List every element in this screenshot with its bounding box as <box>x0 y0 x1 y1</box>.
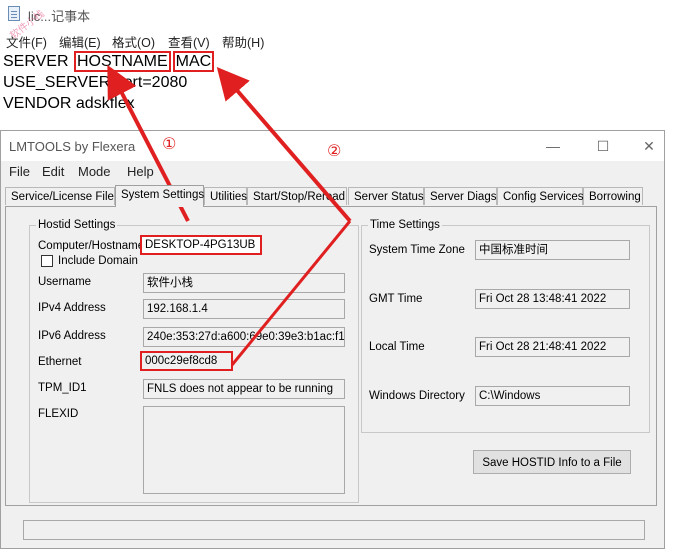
windows-directory-field[interactable]: C:\Windows <box>475 386 630 406</box>
lmtools-menubar: File Edit Mode Help <box>1 161 664 183</box>
local-time-field[interactable]: Fri Oct 28 21:48:41 2022 <box>475 337 630 357</box>
save-hostid-button[interactable]: Save HOSTID Info to a File <box>473 450 631 474</box>
menu-mode[interactable]: Mode <box>78 164 111 179</box>
ethernet-label: Ethernet <box>38 356 82 368</box>
annotation-marker-1: ① <box>162 136 177 153</box>
tpm-id-field[interactable]: FNLS does not appear to be running <box>143 379 345 399</box>
windows-directory-label: Windows Directory <box>369 390 465 402</box>
flexid-label: FLEXID <box>38 408 79 420</box>
menu-help[interactable]: Help <box>127 164 154 179</box>
tpm-id-label: TPM_ID1 <box>38 382 87 394</box>
ethernet-mac-field[interactable]: 000c29ef8cd8 <box>140 351 233 371</box>
notepad-text-area[interactable]: SERVER HOSTNAME MAC USE_SERVER port=2080 … <box>3 51 215 114</box>
notepad-menubar: 文件(F) 编辑(E) 格式(O) 查看(V) 帮助(H) <box>0 30 673 50</box>
tab-start-stop-reread[interactable]: Start/Stop/Reread <box>247 187 347 205</box>
hostid-settings-legend: Hostid Settings <box>38 219 116 231</box>
lmtools-title: LMTOOLS by Flexera <box>9 139 136 154</box>
ipv6-field[interactable]: 240e:353:27d:a600:69e0:39e3:b1ac:f104 <box>143 327 345 347</box>
gmt-time-field[interactable]: Fri Oct 28 13:48:41 2022 <box>475 289 630 309</box>
notepad-menu-view[interactable]: 查看(V) <box>168 32 210 51</box>
server-keyword: SERVER <box>3 53 73 70</box>
gmt-time-label: GMT Time <box>369 293 423 305</box>
close-button[interactable]: ✕ <box>629 133 669 159</box>
tab-utilities[interactable]: Utilities <box>204 187 247 205</box>
tab-server-diags[interactable]: Server Diags <box>424 187 497 205</box>
local-time-label: Local Time <box>369 341 425 353</box>
time-settings-legend: Time Settings <box>370 219 440 231</box>
tab-system-settings[interactable]: System Settings <box>115 185 204 207</box>
tab-service-license-file[interactable]: Service/License File <box>5 187 115 205</box>
hostname-placeholder: HOSTNAME <box>73 51 171 72</box>
ipv4-field[interactable]: 192.168.1.4 <box>143 299 345 319</box>
computer-hostname-label: Computer/Hostname <box>38 240 145 252</box>
system-time-zone-label: System Time Zone <box>369 244 465 256</box>
tab-borrowing[interactable]: Borrowing <box>583 187 643 205</box>
license-line-server: SERVER HOSTNAME MAC <box>3 51 215 72</box>
include-domain-label: Include Domain <box>58 255 138 267</box>
username-label: Username <box>38 276 92 288</box>
notepad-menu-edit[interactable]: 编辑(E) <box>59 32 101 51</box>
notepad-menu-file[interactable]: 文件(F) <box>6 32 47 51</box>
notepad-menu-help[interactable]: 帮助(H) <box>222 32 264 51</box>
license-line-vendor: VENDOR adskflex <box>3 95 135 112</box>
status-bar <box>23 520 645 540</box>
system-settings-panel: Hostid Settings Computer/Hostname DESKTO… <box>5 206 657 506</box>
license-line-use-server: USE_SERVER port=2080 <box>3 74 188 91</box>
tab-config-services[interactable]: Config Services <box>497 187 584 205</box>
annotation-marker-2: ② <box>327 143 342 160</box>
tab-strip: Service/License File System Settings Uti… <box>5 185 664 207</box>
system-time-zone-field[interactable]: 中国标准时间 <box>475 240 630 260</box>
menu-edit[interactable]: Edit <box>42 164 64 179</box>
notepad-menu-format[interactable]: 格式(O) <box>112 32 155 51</box>
mac-placeholder: MAC <box>172 51 215 72</box>
computer-hostname-field[interactable]: DESKTOP-4PG13UB <box>140 235 262 255</box>
menu-file[interactable]: File <box>9 164 30 179</box>
include-domain-checkbox[interactable] <box>41 255 53 267</box>
flexid-list[interactable] <box>143 406 345 494</box>
lmtools-window: LMTOOLS by Flexera — ☐ ✕ File Edit Mode … <box>0 130 665 549</box>
ipv6-label: IPv6 Address <box>38 330 106 342</box>
maximize-button[interactable]: ☐ <box>583 133 623 159</box>
minimize-button[interactable]: — <box>533 133 573 159</box>
username-field[interactable]: 软件小栈 <box>143 273 345 293</box>
tab-server-status[interactable]: Server Status <box>348 187 424 205</box>
notepad-titlebar: lic...记事本 <box>0 0 673 28</box>
ipv4-label: IPv4 Address <box>38 302 106 314</box>
